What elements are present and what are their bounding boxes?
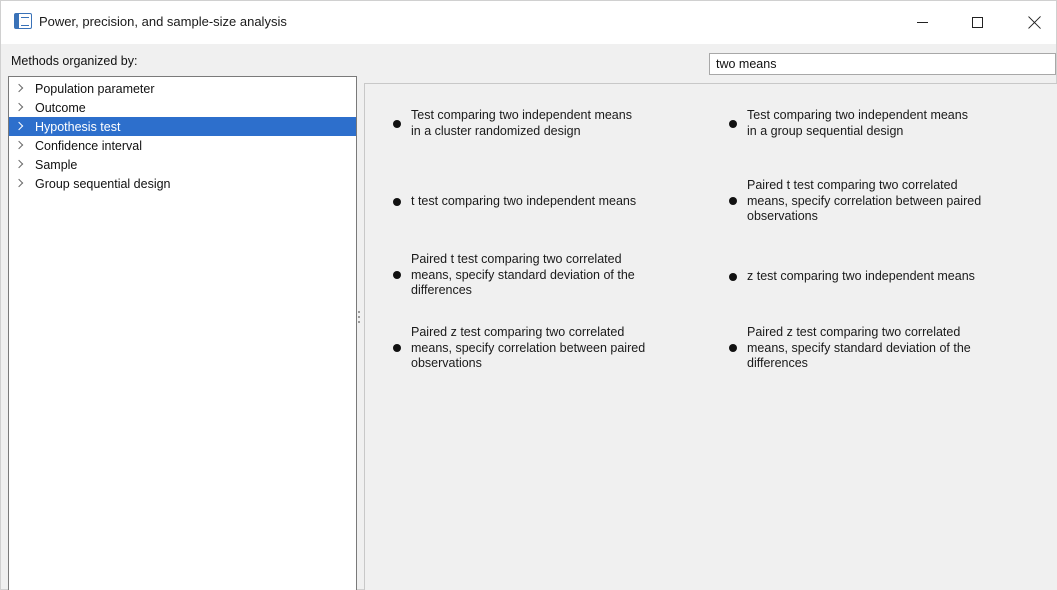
method-category-tree: Population parameter Outcome Hypothesis …: [8, 76, 357, 590]
bullet-icon: [729, 272, 737, 281]
title-bar: Power, precision, and sample-size analys…: [1, 1, 1056, 44]
methods-panel: Test comparing two independent means in a…: [364, 83, 1057, 590]
bullet-icon: [729, 119, 737, 128]
tree-item-outcome[interactable]: Outcome: [9, 98, 356, 117]
close-icon: [1028, 16, 1041, 29]
chevron-right-icon[interactable]: [9, 136, 29, 155]
method-link[interactable]: Test comparing two independent means in a…: [729, 108, 968, 139]
maximize-button[interactable]: [954, 1, 1000, 44]
search-input[interactable]: [709, 53, 1056, 75]
method-label: z test comparing two independent means: [747, 269, 975, 283]
tree-item-label: Outcome: [35, 100, 86, 115]
method-link[interactable]: Test comparing two independent means in a…: [393, 108, 632, 139]
tree-item-group-sequential-design[interactable]: Group sequential design: [9, 174, 356, 193]
tree-item-label: Confidence interval: [35, 138, 143, 153]
tree-item-label: Group sequential design: [35, 176, 171, 191]
chevron-right-icon[interactable]: [9, 174, 29, 193]
maximize-icon: [971, 17, 983, 28]
method-link[interactable]: Paired t test comparing two correlated me…: [729, 178, 981, 225]
method-label: Paired t test comparing two correlated me…: [747, 178, 982, 223]
bullet-icon: [393, 119, 401, 128]
bullet-icon: [729, 197, 737, 206]
method-label: t test comparing two independent means: [411, 194, 637, 208]
tree-item-label: Hypothesis test: [35, 119, 121, 134]
method-label: Paired z test comparing two correlated me…: [411, 325, 646, 370]
window-title: Power, precision, and sample-size analys…: [39, 14, 287, 29]
tree-item-population-parameter[interactable]: Population parameter: [9, 79, 356, 98]
tree-item-hypothesis-test[interactable]: Hypothesis test: [9, 117, 356, 136]
chevron-right-icon[interactable]: [9, 98, 29, 117]
close-button[interactable]: [1011, 1, 1057, 44]
method-label: Paired z test comparing two correlated me…: [747, 325, 971, 370]
bullet-icon: [729, 344, 737, 353]
method-link[interactable]: Paired t test comparing two correlated me…: [393, 252, 635, 299]
minimize-button[interactable]: [899, 1, 945, 44]
method-label: Paired t test comparing two correlated me…: [411, 252, 635, 297]
bullet-icon: [393, 197, 401, 206]
method-link[interactable]: Paired z test comparing two correlated me…: [393, 325, 645, 372]
tree-item-label: Population parameter: [35, 81, 155, 96]
tree-item-label: Sample: [35, 157, 78, 172]
chevron-right-icon[interactable]: [9, 117, 29, 136]
table-window-icon: [14, 13, 32, 29]
method-label: Test comparing two independent means in a…: [411, 108, 632, 138]
minimize-icon: [916, 22, 928, 23]
method-label: Test comparing two independent means in a…: [747, 108, 968, 138]
method-link[interactable]: z test comparing two independent means: [729, 269, 975, 285]
bullet-icon: [393, 344, 401, 353]
tree-item-sample[interactable]: Sample: [9, 155, 356, 174]
tree-item-confidence-interval[interactable]: Confidence interval: [9, 136, 356, 155]
method-link[interactable]: Paired z test comparing two correlated me…: [729, 325, 971, 372]
chevron-right-icon[interactable]: [9, 79, 29, 98]
bullet-icon: [393, 271, 401, 280]
window: Power, precision, and sample-size analys…: [0, 0, 1057, 590]
methods-organized-by-label: Methods organized by:: [11, 54, 138, 68]
chevron-right-icon[interactable]: [9, 155, 29, 174]
splitter-handle[interactable]: [358, 311, 361, 325]
method-link[interactable]: t test comparing two independent means: [393, 194, 636, 210]
